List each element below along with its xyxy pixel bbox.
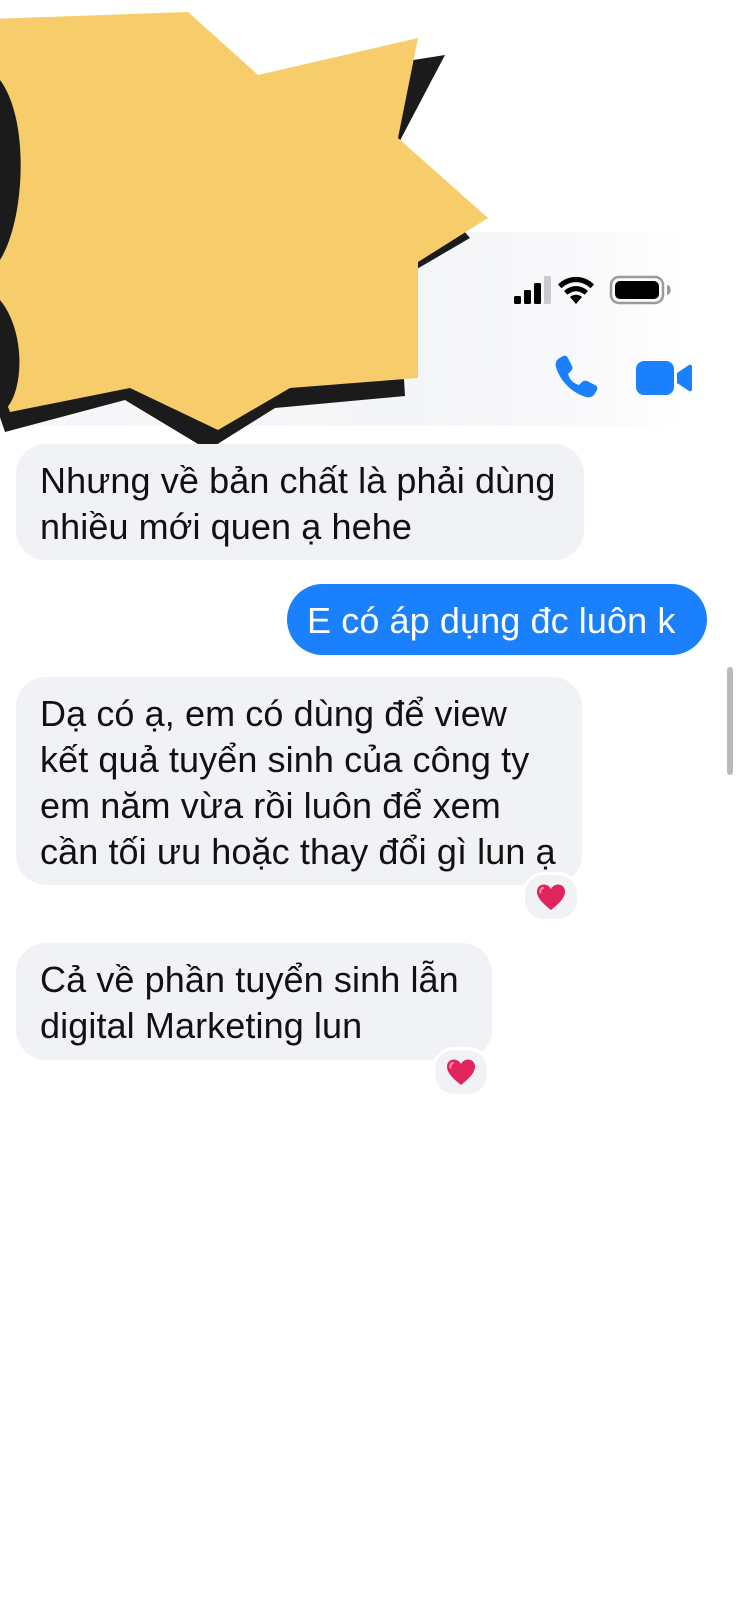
message-bubble-incoming[interactable]: Nhưng về bản chất là phải dùng nhiều mới… <box>16 444 584 560</box>
battery-icon <box>609 275 671 305</box>
message-bubble-incoming[interactable]: Cả về phần tuyển sinh lẫn digital Market… <box>16 943 492 1060</box>
message-bubble-outgoing[interactable]: E có áp dụng đc luôn k <box>287 584 707 655</box>
video-camera-icon[interactable] <box>636 358 692 398</box>
status-bar <box>514 275 671 305</box>
heart-reaction[interactable] <box>432 1047 490 1097</box>
message-bubble-incoming[interactable]: Dạ có ạ, em có dùng để view kết quả tuyể… <box>16 677 582 885</box>
heart-icon <box>447 1059 475 1085</box>
wifi-icon <box>558 276 594 304</box>
phone-icon[interactable] <box>552 352 600 400</box>
heart-icon <box>537 884 565 910</box>
heart-reaction[interactable] <box>522 872 580 922</box>
cellular-signal-icon <box>514 276 551 304</box>
scrollbar-thumb[interactable] <box>727 667 733 775</box>
sticker-burst-icon <box>0 12 488 450</box>
